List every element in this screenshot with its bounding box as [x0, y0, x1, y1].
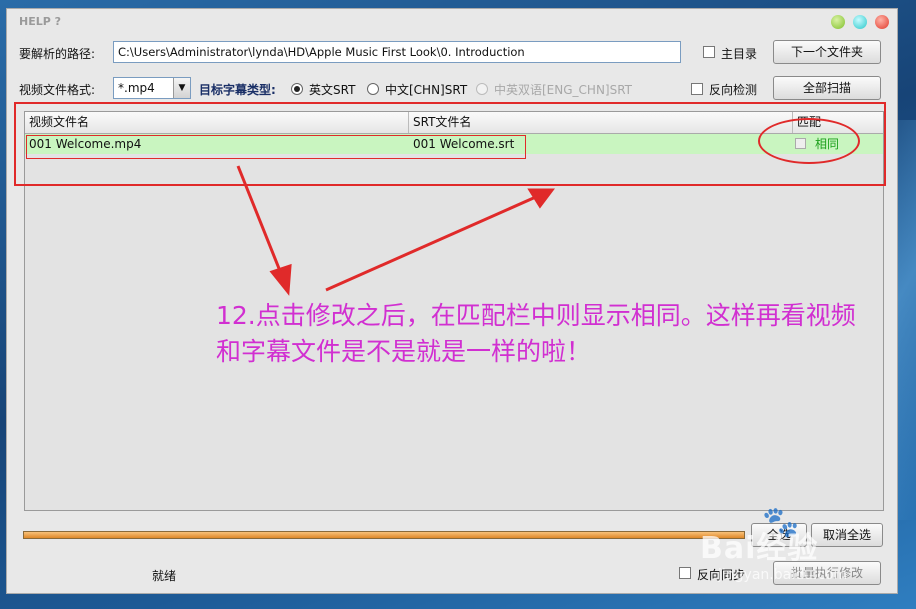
arrow-up-head	[527, 188, 555, 209]
annotation-line-2: 和字幕文件是不是就是一样的啦！	[216, 337, 592, 366]
arrow-down-line	[236, 165, 284, 277]
arrow-up-line	[325, 194, 539, 292]
arrow-down-head	[269, 263, 292, 296]
annotation-line-1: 12.点击修改之后，在匹配栏中则显示相同。这样再看视频	[216, 301, 856, 330]
annotation-text: 12.点击修改之后，在匹配栏中则显示相同。这样再看视频 和字幕文件是不是就是一样…	[216, 298, 906, 370]
